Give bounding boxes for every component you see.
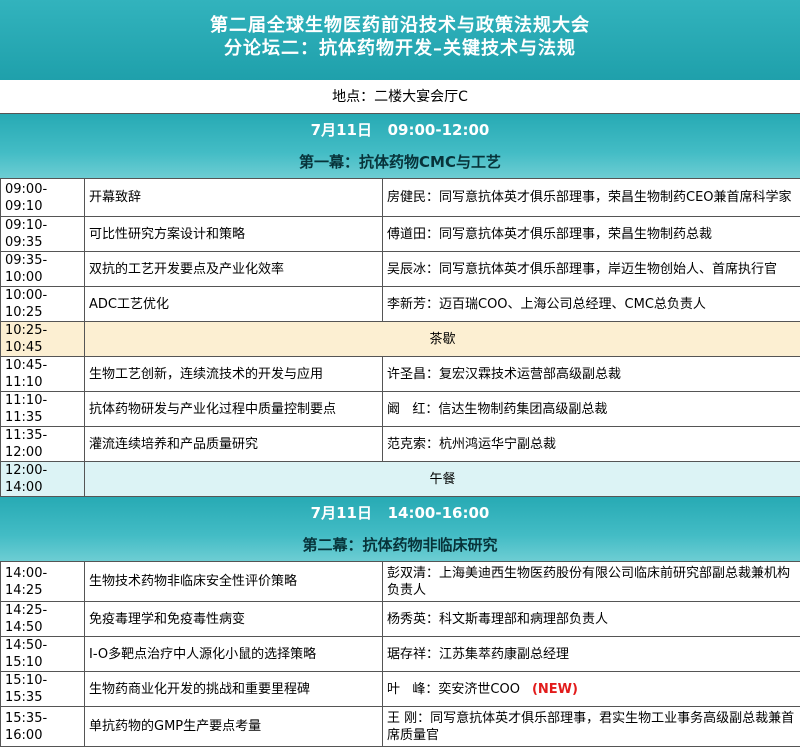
speaker-text: 王 刚：同写意抗体英才俱乐部理事，君实生物工业事务高级副总裁兼首席质量官 [387,710,795,743]
table-row: 14:25-14:50 免疫毒理学和免疫毒性病变 杨秀英：科文斯毒理部和病理部负… [0,601,800,637]
event-title: 第二届全球生物医药前沿技术与政策法规大会 [210,15,590,36]
topic-cell: 开幕致辞 [84,178,383,217]
forum-subtitle: 分论坛二：抗体药物开发–关键技术与法规 [224,38,576,59]
speaker-cell: 傅道田：同写意抗体英才俱乐部理事，荣昌生物制药总裁 [382,216,800,252]
table-row: 14:50-15:10 I-O多靶点治疗中人源化小鼠的选择策略 琚存祥：江苏集萃… [0,636,800,672]
speaker-cell: 琚存祥：江苏集萃药康副总经理 [382,636,800,672]
topic-cell: I-O多靶点治疗中人源化小鼠的选择策略 [84,636,383,672]
event-header: 第二届全球生物医药前沿技术与政策法规大会 分论坛二：抗体药物开发–关键技术与法规 [0,0,800,80]
time-cell: 10:25-10:45 [0,321,85,357]
table-row: 10:45-11:10 生物工艺创新，连续流技术的开发与应用 许圣昌：复宏汉霖技… [0,356,800,392]
tea-break-label: 茶歇 [84,321,800,357]
session-1-banner: 7月11日 09:00-12:00 第一幕：抗体药物CMC与工艺 [0,114,800,178]
table-row: 09:10-09:35 可比性研究方案设计和策略 傅道田：同写意抗体英才俱乐部理… [0,216,800,252]
session-1-datetime: 7月11日 09:00-12:00 [310,121,490,139]
session-2-schedule: 14:00-14:25 生物技术药物非临床安全性评价策略 彭双清：上海美迪西生物… [0,561,800,747]
table-row: 15:10-15:35 生物药商业化开发的挑战和重要里程碑 叶 峰：奕安济世CO… [0,671,800,707]
table-row: 09:35-10:00 双抗的工艺开发要点及产业化效率 吴辰冰：同写意抗体英才俱… [0,251,800,287]
time-cell: 11:10-11:35 [0,391,85,427]
time-cell: 09:35-10:00 [0,251,85,287]
time-cell: 10:00-10:25 [0,286,85,322]
topic-cell: 单抗药物的GMP生产要点考量 [84,706,383,747]
time-cell: 09:00-09:10 [0,178,85,217]
session-1-subtitle: 第一幕：抗体药物CMC与工艺 [299,153,501,171]
lunch-row: 12:00-14:00 午餐 [0,461,800,497]
topic-cell: 双抗的工艺开发要点及产业化效率 [84,251,383,287]
speaker-cell: 李新芳：迈百瑞COO、上海公司总经理、CMC总负责人 [382,286,800,322]
lunch-label: 午餐 [84,461,800,497]
new-badge: (NEW) [531,681,578,697]
speaker-cell: 范克索：杭州鸿运华宁副总裁 [382,426,800,462]
speaker-text: 叶 峰：奕安济世COO [387,681,520,697]
session-2-datetime: 7月11日 14:00-16:00 [310,504,490,522]
tea-break-row: 10:25-10:45 茶歇 [0,321,800,357]
speaker-cell: 阚 红：信达生物制药集团高级副总裁 [382,391,800,427]
time-cell: 14:25-14:50 [0,601,85,637]
session-2-subtitle: 第二幕：抗体药物非临床研究 [302,536,498,554]
topic-cell: 生物工艺创新，连续流技术的开发与应用 [84,356,383,392]
topic-cell: 生物技术药物非临床安全性评价策略 [84,561,383,602]
table-row: 14:00-14:25 生物技术药物非临床安全性评价策略 彭双清：上海美迪西生物… [0,561,800,602]
table-row: 09:00-09:10 开幕致辞 房健民：同写意抗体英才俱乐部理事，荣昌生物制药… [0,178,800,217]
table-row: 11:10-11:35 抗体药物研发与产业化过程中质量控制要点 阚 红：信达生物… [0,391,800,427]
time-cell: 11:35-12:00 [0,426,85,462]
time-cell: 15:35-16:00 [0,706,85,747]
speaker-cell: 叶 峰：奕安济世COO (NEW) [382,671,800,707]
time-cell: 12:00-14:00 [0,461,85,497]
speaker-cell: 王 刚：同写意抗体英才俱乐部理事，君实生物工业事务高级副总裁兼首席质量官 [382,706,800,747]
venue-label: 地点：二楼大宴会厅C [0,80,800,114]
topic-cell: 生物药商业化开发的挑战和重要里程碑 [84,671,383,707]
speaker-cell: 许圣昌：复宏汉霖技术运营部高级副总裁 [382,356,800,392]
session-2-banner: 7月11日 14:00-16:00 第二幕：抗体药物非临床研究 [0,497,800,561]
speaker-cell: 吴辰冰：同写意抗体英才俱乐部理事，岸迈生物创始人、首席执行官 [382,251,800,287]
table-row: 15:35-16:00 单抗药物的GMP生产要点考量 王 刚：同写意抗体英才俱乐… [0,706,800,747]
time-cell: 14:50-15:10 [0,636,85,672]
time-cell: 14:00-14:25 [0,561,85,602]
time-cell: 10:45-11:10 [0,356,85,392]
topic-cell: 灌流连续培养和产品质量研究 [84,426,383,462]
topic-cell: 免疫毒理学和免疫毒性病变 [84,601,383,637]
table-row: 11:35-12:00 灌流连续培养和产品质量研究 范克索：杭州鸿运华宁副总裁 [0,426,800,462]
topic-cell: 抗体药物研发与产业化过程中质量控制要点 [84,391,383,427]
table-row: 10:00-10:25 ADC工艺优化 李新芳：迈百瑞COO、上海公司总经理、C… [0,286,800,322]
topic-cell: 可比性研究方案设计和策略 [84,216,383,252]
speaker-cell: 房健民：同写意抗体英才俱乐部理事，荣昌生物制药CEO兼首席科学家 [382,178,800,217]
topic-cell: ADC工艺优化 [84,286,383,322]
speaker-cell: 杨秀英：科文斯毒理部和病理部负责人 [382,601,800,637]
time-cell: 15:10-15:35 [0,671,85,707]
speaker-cell: 彭双清：上海美迪西生物医药股份有限公司临床前研究部副总裁兼机构负责人 [382,561,800,602]
session-1-schedule: 09:00-09:10 开幕致辞 房健民：同写意抗体英才俱乐部理事，荣昌生物制药… [0,178,800,497]
time-cell: 09:10-09:35 [0,216,85,252]
